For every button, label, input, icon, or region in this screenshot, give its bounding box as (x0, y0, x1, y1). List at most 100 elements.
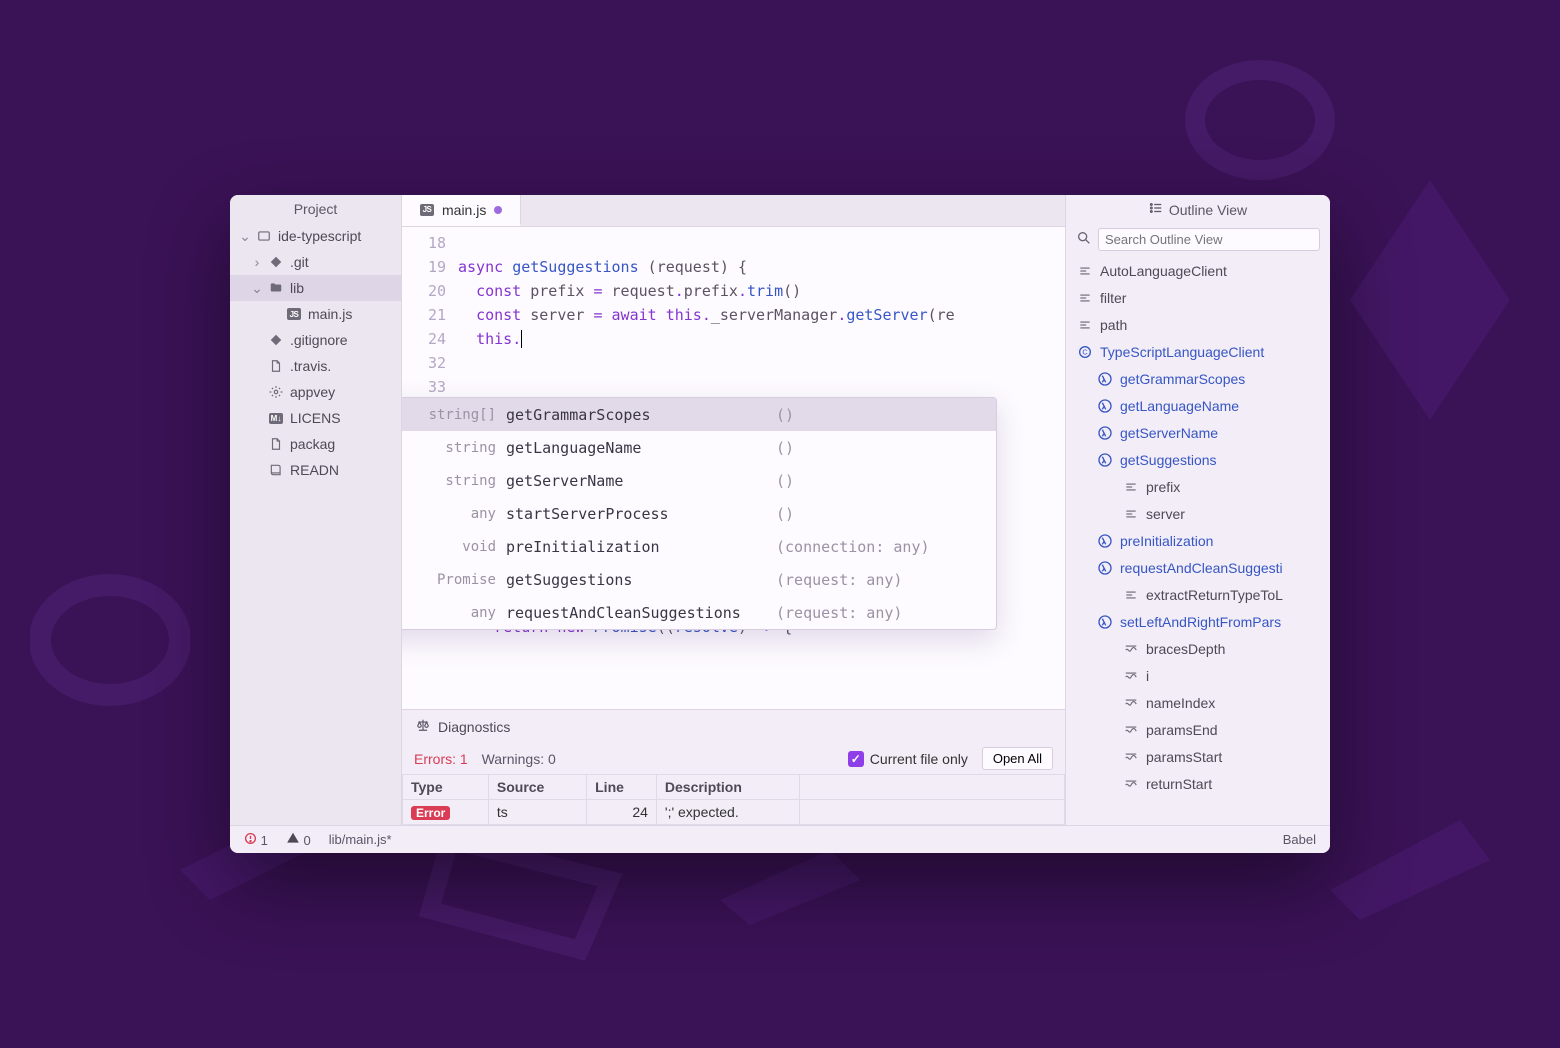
outline-name: getLanguageName (1120, 398, 1239, 414)
tree-label: appvey (290, 384, 401, 400)
outline-item[interactable]: getServerName (1066, 419, 1330, 446)
status-errors[interactable]: 1 (244, 832, 268, 848)
outline-item[interactable]: getLanguageName (1066, 392, 1330, 419)
outline-item[interactable]: nameIndex (1066, 689, 1330, 716)
ac-signature: (request: any) (776, 571, 902, 589)
outline-search-input[interactable] (1098, 228, 1320, 251)
ac-return-type: any (402, 605, 496, 621)
diag-row[interactable]: Errorts24';' expected. (403, 800, 1065, 825)
diagnostics-header[interactable]: Diagnostics (402, 710, 1065, 743)
ac-name: preInitialization (506, 538, 766, 556)
diag-col[interactable]: Source (488, 775, 586, 800)
tree-item[interactable]: JSmain.js (230, 301, 401, 327)
tree-item[interactable]: .gitignore (230, 327, 401, 353)
tree-label: packag (290, 436, 401, 452)
outline-item[interactable]: paramsStart (1066, 743, 1330, 770)
book-icon (268, 462, 284, 478)
ac-item[interactable]: manystartServerProcess() (402, 497, 996, 530)
outline-name: getGrammarScopes (1120, 371, 1245, 387)
diag-col[interactable]: Type (403, 775, 489, 800)
diag-col[interactable]: Line (587, 775, 657, 800)
checkbox-icon: ✓ (848, 751, 864, 767)
ac-signature: (request: any) (776, 604, 902, 622)
file-icon (268, 358, 284, 374)
tree-label: .gitignore (290, 332, 401, 348)
outline-item[interactable]: getSuggestions (1066, 446, 1330, 473)
project-tree: ⌄ide-typescript › .git ⌄libJSmain.js .gitign… (230, 223, 401, 487)
tree-label: .git (290, 254, 401, 270)
outline-item[interactable]: bracesDepth (1066, 635, 1330, 662)
diag-col[interactable]: Description (656, 775, 799, 800)
outline-name: paramsEnd (1146, 722, 1218, 738)
tree-item[interactable]: packag (230, 431, 401, 457)
ac-return-type: Promise (402, 572, 496, 588)
outline-item[interactable]: prefix (1066, 473, 1330, 500)
ac-item[interactable]: mstring[]getGrammarScopes() (402, 398, 996, 431)
tree-item[interactable]: M↓LICENS (230, 405, 401, 431)
ac-item[interactable]: mstringgetServerName() (402, 464, 996, 497)
ac-name: requestAndCleanSuggestions (506, 604, 766, 622)
autocomplete-popup[interactable]: mstring[]getGrammarScopes()mstringgetLan… (402, 397, 997, 630)
tree-label: .travis. (290, 358, 401, 374)
lambda-icon (1096, 370, 1114, 388)
outline-item[interactable]: path (1066, 311, 1330, 338)
bar-icon (1076, 289, 1094, 307)
folder-icon (268, 280, 284, 296)
code-editor[interactable]: 181920212432333435 async getSuggestions … (402, 227, 1065, 709)
outline-item[interactable]: CTypeScriptLanguageClient (1066, 338, 1330, 365)
bar-icon (1076, 262, 1094, 280)
outline-item[interactable]: AutoLanguageClient (1066, 257, 1330, 284)
outline-name: returnStart (1146, 776, 1212, 792)
open-all-button[interactable]: Open All (982, 747, 1053, 770)
diamond-icon (268, 332, 284, 348)
outline-item[interactable]: preInitialization (1066, 527, 1330, 554)
outline-item[interactable]: filter (1066, 284, 1330, 311)
status-lang[interactable]: Babel (1283, 832, 1316, 847)
outline-item[interactable]: setLeftAndRightFromPars (1066, 608, 1330, 635)
tree-root[interactable]: ⌄ide-typescript (230, 223, 401, 249)
bg-deco (1340, 170, 1520, 430)
outline-item[interactable]: getGrammarScopes (1066, 365, 1330, 392)
outline-item[interactable]: returnStart (1066, 770, 1330, 797)
outline-list: AutoLanguageClientfilterpathCTypeScriptL… (1066, 255, 1330, 825)
outline-item[interactable]: extractReturnTypeToL (1066, 581, 1330, 608)
status-warnings[interactable]: 0 (286, 831, 311, 848)
outline-title: Outline View (1169, 202, 1247, 218)
js-icon: JS (286, 306, 302, 322)
ac-item[interactable]: mvoidpreInitialization(connection: any) (402, 530, 996, 563)
error-icon (244, 833, 261, 848)
warnings-count: Warnings: 0 (482, 751, 556, 767)
status-path[interactable]: lib/main.js* (329, 832, 392, 847)
diagnostics-table: TypeSourceLineDescription Errorts24';' e… (402, 774, 1065, 825)
outline-name: bracesDepth (1146, 641, 1225, 657)
js-icon: JS (420, 204, 434, 216)
tree-item[interactable]: ⌄lib (230, 275, 401, 301)
current-file-only-toggle[interactable]: ✓ Current file only (848, 751, 968, 767)
ac-item[interactable]: manyrequestAndCleanSuggestions(request: … (402, 596, 996, 629)
outline-item[interactable]: requestAndCleanSuggesti (1066, 554, 1330, 581)
tree-item[interactable]: appvey (230, 379, 401, 405)
ac-item[interactable]: mstringgetLanguageName() (402, 431, 996, 464)
wave-icon (1122, 721, 1140, 739)
chevron-icon: › (252, 254, 262, 270)
scale-icon (416, 718, 430, 735)
outline-item[interactable]: i (1066, 662, 1330, 689)
project-panel: Project ⌄ide-typescript›.git⌄libJSmain.j… (230, 195, 402, 825)
tree-item[interactable]: › .git (230, 249, 401, 275)
outline-item[interactable]: paramsEnd (1066, 716, 1330, 743)
tree-item[interactable]: .travis. (230, 353, 401, 379)
ac-signature: () (776, 439, 794, 457)
diagnostics-title: Diagnostics (438, 719, 510, 735)
ide-window: Project ⌄ide-typescript›.git⌄libJSmain.j… (230, 195, 1330, 853)
search-icon (1076, 230, 1092, 249)
outline-item[interactable]: server (1066, 500, 1330, 527)
lambda-icon (1096, 559, 1114, 577)
circ-icon: C (1076, 343, 1094, 361)
tree-label: ide-typescript (278, 228, 401, 244)
tree-item[interactable]: READN (230, 457, 401, 483)
tab-main-js[interactable]: JS main.js (402, 195, 521, 226)
center-panel: JS main.js 181920212432333435 async getS… (402, 195, 1065, 825)
tree-label: LICENS (290, 410, 401, 426)
lambda-icon (1096, 613, 1114, 631)
ac-item[interactable]: mPromisegetSuggestions(request: any) (402, 563, 996, 596)
